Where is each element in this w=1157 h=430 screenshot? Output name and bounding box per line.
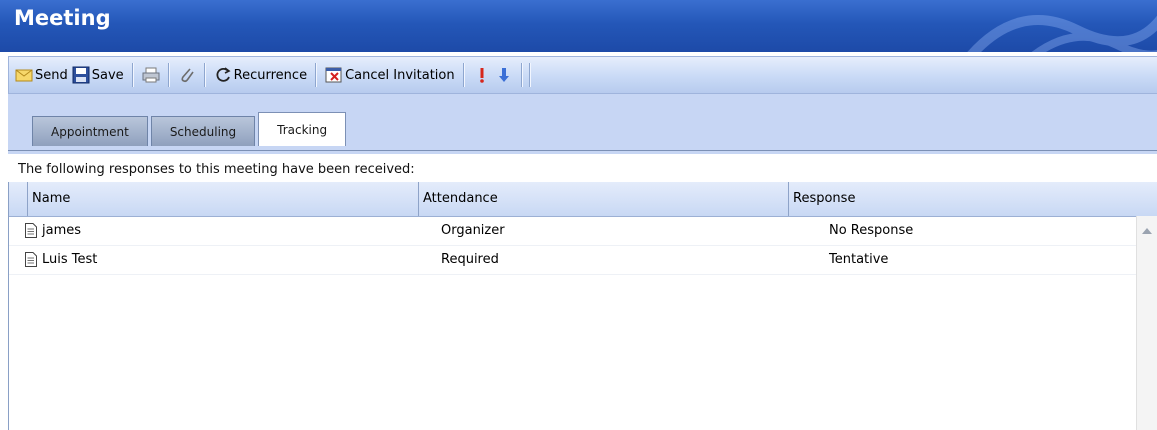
row-name: james (42, 223, 82, 238)
toolbar-separator (520, 63, 523, 87)
tab-scheduling[interactable]: Scheduling (150, 116, 256, 146)
tab-strip: Appointment Scheduling Tracking (8, 94, 1157, 154)
column-header-response[interactable]: Response (788, 182, 1157, 216)
high-importance-button[interactable] (471, 62, 493, 88)
toolbar-separator (528, 63, 531, 87)
low-importance-button[interactable] (493, 62, 515, 88)
grid-header: Name Attendance Response (9, 182, 1157, 217)
recurrence-icon (216, 67, 231, 82)
high-importance-icon (479, 68, 484, 83)
row-name: Luis Test (42, 252, 98, 267)
tab-divider (8, 150, 1157, 151)
send-label: Send (35, 67, 68, 83)
window-title: Meeting (14, 6, 111, 30)
cancel-invitation-button[interactable]: Cancel Invitation (323, 62, 457, 88)
table-row[interactable]: Luis Test Required Tentative (9, 246, 1137, 275)
save-button[interactable]: Save (70, 62, 126, 88)
save-label: Save (91, 67, 124, 83)
row-response: No Response (829, 223, 914, 238)
tracking-message: The following responses to this meeting … (18, 162, 415, 177)
document-icon (25, 252, 37, 267)
title-bar: Meeting (0, 0, 1157, 52)
toolbar-separator (131, 63, 134, 87)
toolbar-separator (203, 63, 206, 87)
responses-grid: Name Attendance Response james Organizer… (8, 182, 1157, 430)
toolbar-separator (462, 63, 465, 87)
recurrence-button[interactable]: Recurrence (212, 62, 309, 88)
row-attendance: Required (441, 252, 499, 267)
cancel-invitation-icon (325, 67, 342, 83)
row-response: Tentative (829, 252, 889, 267)
document-icon (25, 223, 37, 238)
low-importance-icon (498, 68, 509, 82)
decorative-swoosh (967, 15, 1157, 52)
attach-button[interactable] (176, 62, 198, 88)
paperclip-icon (181, 68, 194, 83)
envelope-icon (15, 69, 33, 82)
toolbar: Send Save Recurrence Cancel Invitation (8, 56, 1157, 94)
recurrence-label: Recurrence (233, 67, 308, 83)
column-header-attendance[interactable]: Attendance (418, 182, 788, 216)
toolbar-separator (315, 63, 318, 87)
toolbar-separator (167, 63, 170, 87)
floppy-icon (72, 66, 90, 84)
tab-tracking[interactable]: Tracking (258, 112, 347, 146)
vertical-scrollbar[interactable] (1136, 216, 1157, 430)
tab-appointment[interactable]: Appointment (32, 116, 148, 146)
printer-icon (142, 67, 160, 83)
cancel-invitation-label: Cancel Invitation (345, 67, 455, 83)
column-header-name[interactable]: Name (27, 182, 425, 216)
table-row[interactable]: james Organizer No Response (9, 217, 1137, 246)
send-button[interactable]: Send (13, 62, 70, 88)
row-attendance: Organizer (441, 223, 505, 238)
scroll-up-arrow-icon[interactable] (1142, 228, 1152, 234)
print-button[interactable] (140, 62, 162, 88)
